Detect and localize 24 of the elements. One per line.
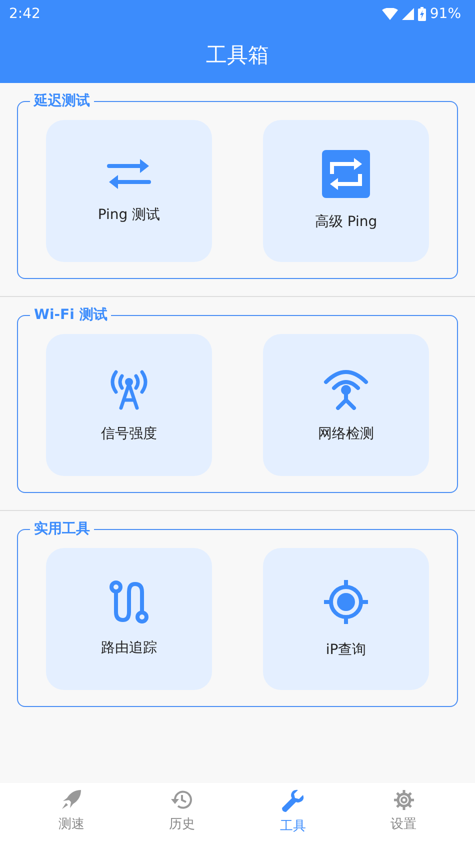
repeat-icon [322, 150, 370, 198]
target-icon [322, 578, 370, 626]
wifi-icon [382, 8, 398, 20]
rocket-icon [60, 789, 82, 811]
signal-icon [402, 8, 414, 20]
nav-tab[interactable]: 设置 [368, 783, 439, 834]
tool-tile[interactable]: 路由追踪 [46, 548, 212, 690]
page-title: 工具箱 [206, 42, 269, 69]
status-time: 2:42 [9, 4, 40, 24]
history-icon [171, 789, 194, 811]
nav-tab[interactable]: 历史 [147, 783, 218, 834]
tool-tile[interactable]: Ping 测试 [46, 120, 212, 262]
tool-tile[interactable]: 信号强度 [46, 334, 212, 476]
swap-arrows-icon [107, 156, 151, 190]
settings-icon [392, 789, 415, 811]
route-icon [109, 580, 149, 624]
battery-level: 91% [430, 4, 461, 24]
tool-tile[interactable]: 网络检测 [263, 334, 429, 476]
tool-tile[interactable]: iP查询 [263, 548, 429, 690]
wrench-icon [280, 789, 305, 813]
nav-tab[interactable]: 测速 [36, 783, 106, 834]
section-title: 实用工具 [30, 519, 94, 539]
battery-icon [418, 7, 426, 21]
tool-tile[interactable]: 高级 Ping [263, 120, 429, 262]
